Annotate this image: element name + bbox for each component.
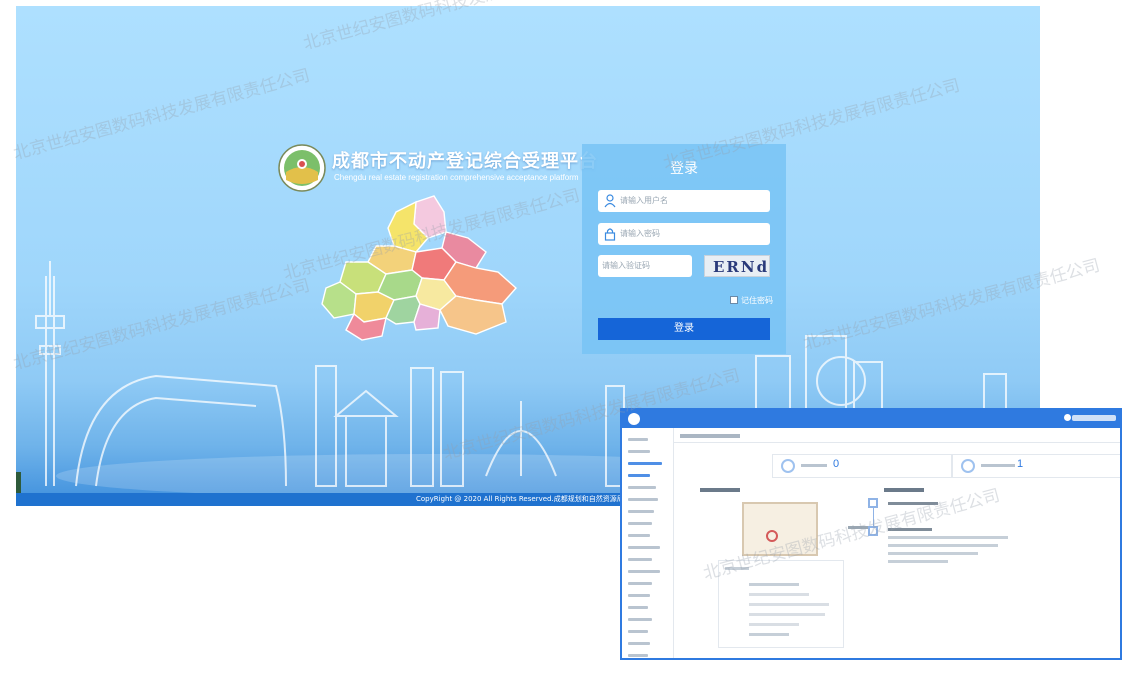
sidebar-item[interactable] (628, 522, 652, 525)
username-input[interactable]: 请输入用户名 (598, 190, 770, 212)
captcha-image[interactable]: ERNd (704, 255, 770, 277)
sidebar-item[interactable] (628, 618, 652, 621)
stat-card-right: 1 (952, 454, 1120, 478)
sidebar-item[interactable] (628, 654, 648, 657)
sidebar-item[interactable] (628, 510, 654, 513)
sidebar-item[interactable] (628, 606, 648, 609)
chain-text (888, 536, 1008, 539)
detail-row (749, 583, 799, 586)
remember-checkbox[interactable] (730, 296, 738, 304)
stat-label (801, 464, 827, 467)
sidebar-item[interactable] (628, 594, 650, 597)
detail-row (749, 593, 809, 596)
password-placeholder: 请输入密码 (620, 229, 660, 238)
stat-label (981, 464, 1015, 467)
detail-row (749, 603, 829, 606)
admin-user-name[interactable] (1072, 415, 1116, 421)
chain-node-icon (868, 498, 878, 508)
platform-subtitle: Chengdu real estate registration compreh… (334, 173, 579, 182)
chain-text (888, 544, 998, 547)
admin-logo-icon (628, 413, 640, 425)
user-avatar-icon[interactable] (1064, 414, 1071, 421)
stat-icon (781, 459, 795, 473)
sidebar-item[interactable] (628, 486, 656, 489)
detail-row (749, 633, 789, 636)
section-title-certificate (700, 488, 740, 492)
captcha-placeholder: 请输入验证码 (602, 261, 650, 270)
sidebar-item[interactable] (628, 582, 652, 585)
admin-topbar (622, 410, 1120, 428)
sidebar-item[interactable] (628, 570, 660, 573)
login-form-panel: 登录 请输入用户名 请输入密码 请输入验证码 ERNd 记住密码 登录 (582, 144, 786, 354)
sidebar-item[interactable] (628, 498, 658, 501)
captcha-input[interactable]: 请输入验证码 (598, 255, 692, 277)
sidebar-item[interactable] (628, 630, 648, 633)
chain-text (888, 552, 978, 555)
stat-value-left: 0 (833, 458, 840, 470)
chain-node-icon (868, 526, 878, 536)
copyright-text: CopyRight @ 2020 All Rights Reserved.成都规… (416, 495, 624, 503)
city-emblem-logo (278, 144, 326, 192)
sidebar-item-active[interactable] (628, 462, 662, 465)
collage-stage: 成都市不动产登记综合受理平台 Chengdu real estate regis… (0, 0, 1146, 675)
remember-label: 记住密码 (741, 296, 773, 305)
chain-link (873, 508, 874, 526)
stat-value-right: 1 (1017, 458, 1024, 470)
sidebar-item[interactable] (628, 438, 648, 441)
chain-date (848, 526, 868, 529)
lock-icon (604, 228, 616, 241)
sidebar-item[interactable] (628, 534, 650, 537)
sidebar-item[interactable] (628, 546, 660, 549)
chain-text (888, 502, 938, 505)
section-title-chain (884, 488, 924, 492)
detail-row (749, 623, 799, 626)
chain-text (888, 560, 948, 563)
breadcrumb (680, 434, 740, 438)
admin-sidebar (622, 428, 674, 658)
sidebar-item[interactable] (628, 642, 650, 645)
admin-screenshot: 0 1 (620, 408, 1122, 660)
sidebar-item[interactable] (628, 558, 652, 561)
sidebar-item-active[interactable] (628, 474, 650, 477)
username-placeholder: 请输入用户名 (620, 196, 668, 205)
chengdu-district-map (321, 195, 517, 341)
sidebar-item[interactable] (628, 450, 650, 453)
user-icon (604, 194, 616, 208)
chain-text (888, 528, 932, 531)
stat-card-left: 0 (772, 454, 952, 478)
certificate-detail-card (718, 560, 844, 648)
platform-title: 成都市不动产登记综合受理平台 (332, 151, 598, 172)
password-input[interactable]: 请输入密码 (598, 223, 770, 245)
login-button[interactable]: 登录 (598, 318, 770, 340)
detail-title (725, 567, 749, 570)
seal-stamp-icon (766, 530, 778, 542)
certificate-image[interactable] (742, 502, 818, 556)
stat-icon (961, 459, 975, 473)
detail-row (749, 613, 825, 616)
left-edge-strip (16, 472, 21, 494)
captcha-code: ERNd (713, 258, 770, 276)
content-divider (674, 442, 1120, 443)
login-heading: 登录 (670, 161, 698, 177)
